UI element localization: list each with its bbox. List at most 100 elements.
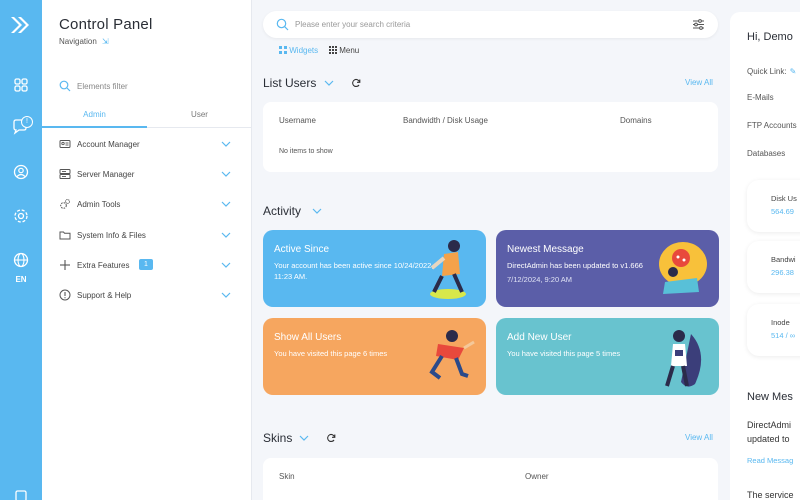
quick-link-label: Quick Link: <box>747 67 787 76</box>
ftp-accounts-row[interactable]: FTP Accounts <box>747 121 797 130</box>
new-messages-title: New Mes <box>747 391 793 403</box>
read-message-link[interactable]: Read Messag <box>747 456 793 465</box>
navigation-subtitle: Navigation ⇲ <box>59 37 109 46</box>
card-text: You have visited this page 5 times <box>507 349 621 358</box>
active-tab-indicator <box>42 126 147 128</box>
column-header-username[interactable]: Username <box>279 116 316 125</box>
nav-tabs: Admin User <box>42 108 252 128</box>
sidebar-item-label: Extra Features <box>77 261 130 270</box>
list-users-view-all-link[interactable]: View All <box>685 78 713 87</box>
tab-menu[interactable]: Menu <box>329 46 359 55</box>
card-title: Add New User <box>507 332 572 343</box>
account-panel: Hi, Demo Quick Link: ✎ E-Mails FTP Accoun… <box>730 12 800 500</box>
menu-grid-icon <box>329 46 337 54</box>
globe-icon[interactable] <box>12 251 30 269</box>
list-users-title: List Users <box>263 76 317 90</box>
card-title: Active Since <box>274 244 330 255</box>
add-new-user-card[interactable]: Add New User You have visited this page … <box>496 318 719 395</box>
refresh-icon[interactable] <box>326 433 336 443</box>
skins-table: Skin Owner <box>263 458 718 500</box>
message-preview: DirectAdmi updated to <box>747 420 792 444</box>
pin-icon[interactable]: ⇲ <box>102 37 109 46</box>
stat-value: 296.38 <box>771 268 794 277</box>
chevron-down-icon <box>221 201 231 207</box>
user-icon[interactable] <box>12 163 30 181</box>
filter-settings-icon[interactable] <box>692 18 705 31</box>
empty-table-message: No items to show <box>279 148 333 155</box>
greeting: Hi, Demo <box>747 31 793 43</box>
tab-widgets[interactable]: Widgets <box>279 46 318 55</box>
chevron-down-icon <box>221 171 231 177</box>
tab-admin[interactable]: Admin <box>42 110 147 119</box>
sidebar-item-support-help[interactable]: Support & Help <box>59 288 231 304</box>
skins-view-all-link[interactable]: View All <box>685 433 713 442</box>
sidebar-item-server-manager[interactable]: Server Manager <box>59 167 231 183</box>
sidebar-item-extra-features[interactable]: Extra Features 1 <box>59 258 231 274</box>
skins-title: Skins <box>263 431 293 445</box>
chevron-down-icon[interactable] <box>312 207 322 215</box>
tab-widgets-label: Widgets <box>289 46 319 55</box>
card-text: DirectAdmin has been updated to v1.666 <box>507 261 643 270</box>
tab-menu-label: Menu <box>339 46 360 55</box>
tab-user[interactable]: User <box>147 110 252 119</box>
card-title: Newest Message <box>507 244 584 255</box>
chevron-down-icon <box>221 232 231 238</box>
search-icon <box>276 18 289 31</box>
settings-icon[interactable] <box>12 207 30 225</box>
search-input[interactable] <box>295 17 675 32</box>
newest-message-card[interactable]: Newest Message DirectAdmin has been upda… <box>496 230 719 307</box>
sidebar-item-label: Support & Help <box>77 291 132 300</box>
column-header-skin[interactable]: Skin <box>279 472 295 481</box>
sidebar-item-system-info[interactable]: System Info & Files <box>59 228 231 244</box>
column-header-bandwidth[interactable]: Bandwidth / Disk Usage <box>403 116 488 125</box>
chevron-down-icon <box>221 262 231 268</box>
show-all-users-card[interactable]: Show All Users You have visited this pag… <box>263 318 486 395</box>
dashboard-icon[interactable] <box>12 76 30 94</box>
inode-stat[interactable]: Inode 514 / ∞ <box>747 304 800 356</box>
column-header-owner[interactable]: Owner <box>525 472 549 481</box>
chevron-down-icon <box>221 141 231 147</box>
elements-filter-input[interactable]: Elements filter <box>77 82 128 91</box>
column-header-domains[interactable]: Domains <box>620 116 652 125</box>
chevron-down-icon[interactable] <box>299 434 309 442</box>
card-title: Show All Users <box>274 332 342 343</box>
logo-icon[interactable] <box>9 14 31 36</box>
logout-icon[interactable] <box>12 487 30 500</box>
card-timestamp: 7/12/2024, 9:20 AM <box>507 275 573 284</box>
navigation-panel: Control Panel Navigation ⇲ Elements filte… <box>42 0 252 500</box>
refresh-icon[interactable] <box>351 78 361 88</box>
person-reading-illustration-icon <box>659 242 707 294</box>
person-walking-illustration-icon <box>430 240 466 299</box>
chevron-down-icon[interactable] <box>324 79 334 87</box>
gears-icon <box>60 199 70 209</box>
count-badge: 1 <box>139 259 153 270</box>
card-text: You have visited this page 6 times <box>274 349 388 358</box>
sidebar-item-account-manager[interactable]: Account Manager <box>59 137 231 153</box>
databases-row[interactable]: Databases <box>747 149 785 158</box>
widgets-icon <box>279 46 287 54</box>
icon-rail: ! EN <box>0 0 42 500</box>
stat-label: Inode <box>771 318 790 327</box>
sidebar-item-label: Account Manager <box>77 140 140 149</box>
edit-icon[interactable]: ✎ <box>790 67 797 76</box>
bandwidth-stat[interactable]: Bandwi 296.38 <box>747 241 800 293</box>
language-label[interactable]: EN <box>0 275 42 284</box>
server-icon <box>59 169 71 179</box>
stat-value: 514 / ∞ <box>771 331 796 340</box>
search-bar <box>263 11 718 38</box>
stat-label: Bandwi <box>771 255 796 264</box>
sidebar-item-label: Server Manager <box>77 170 135 179</box>
person-running-illustration-icon <box>429 330 475 380</box>
emails-row[interactable]: E-Mails <box>747 93 774 102</box>
sidebar-item-admin-tools[interactable]: Admin Tools <box>59 197 231 213</box>
search-icon <box>59 80 71 92</box>
elements-filter[interactable]: Elements filter <box>59 80 239 94</box>
person-standing-illustration-icon <box>665 330 702 387</box>
notification-badge: ! <box>21 116 33 128</box>
page-title: Control Panel <box>59 16 153 33</box>
users-table: Username Bandwidth / Disk Usage Domains … <box>263 102 718 172</box>
active-since-card[interactable]: Active Since Your account has been activ… <box>263 230 486 307</box>
service-message-preview: The service <box>747 490 794 500</box>
card-text: Your account has been active since 10/24… <box>274 261 434 281</box>
disk-usage-stat[interactable]: Disk Us 564.69 <box>747 180 800 232</box>
